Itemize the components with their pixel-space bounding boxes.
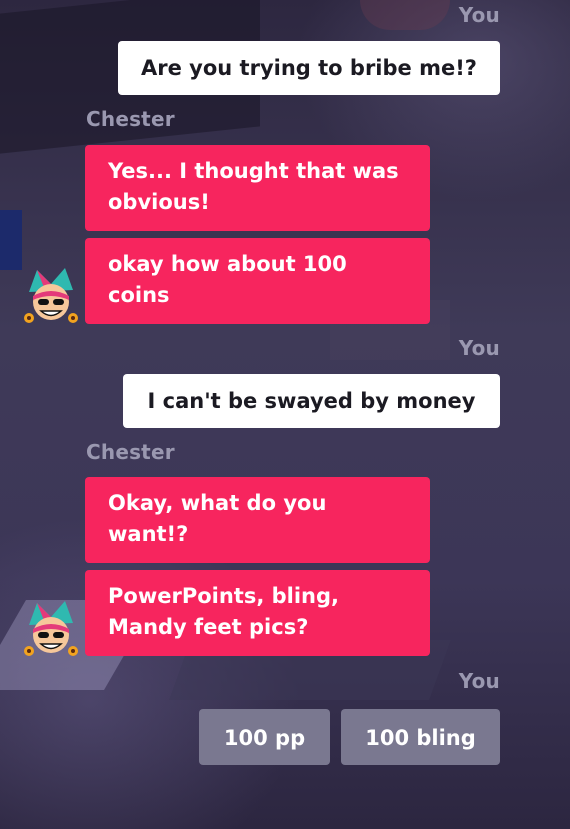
speaker-label-you: You [458,336,500,360]
speaker-label-chester: Chester [86,107,175,131]
speaker-label-you: You [458,3,500,27]
jester-face-icon [24,601,78,656]
npc-message-bubble: Yes... I thought that was obvious! [85,145,430,231]
npc-message-bubble: PowerPoints, bling, Mandy feet pics? [85,570,430,656]
speaker-label-chester: Chester [86,440,175,464]
background-shape [360,0,450,30]
speaker-label-you: You [458,669,500,693]
reply-option-100-pp-button[interactable]: 100 pp [199,709,330,765]
npc-message-bubble: Okay, what do you want!? [85,477,430,563]
npc-message-bubble: okay how about 100 coins [85,238,430,324]
background-shape [0,210,22,270]
jester-face-icon [24,268,78,323]
reply-option-100-bling-button[interactable]: 100 bling [341,709,500,765]
player-message-bubble: I can't be swayed by money [123,374,500,428]
player-message-bubble: Are you trying to bribe me!? [118,41,500,95]
